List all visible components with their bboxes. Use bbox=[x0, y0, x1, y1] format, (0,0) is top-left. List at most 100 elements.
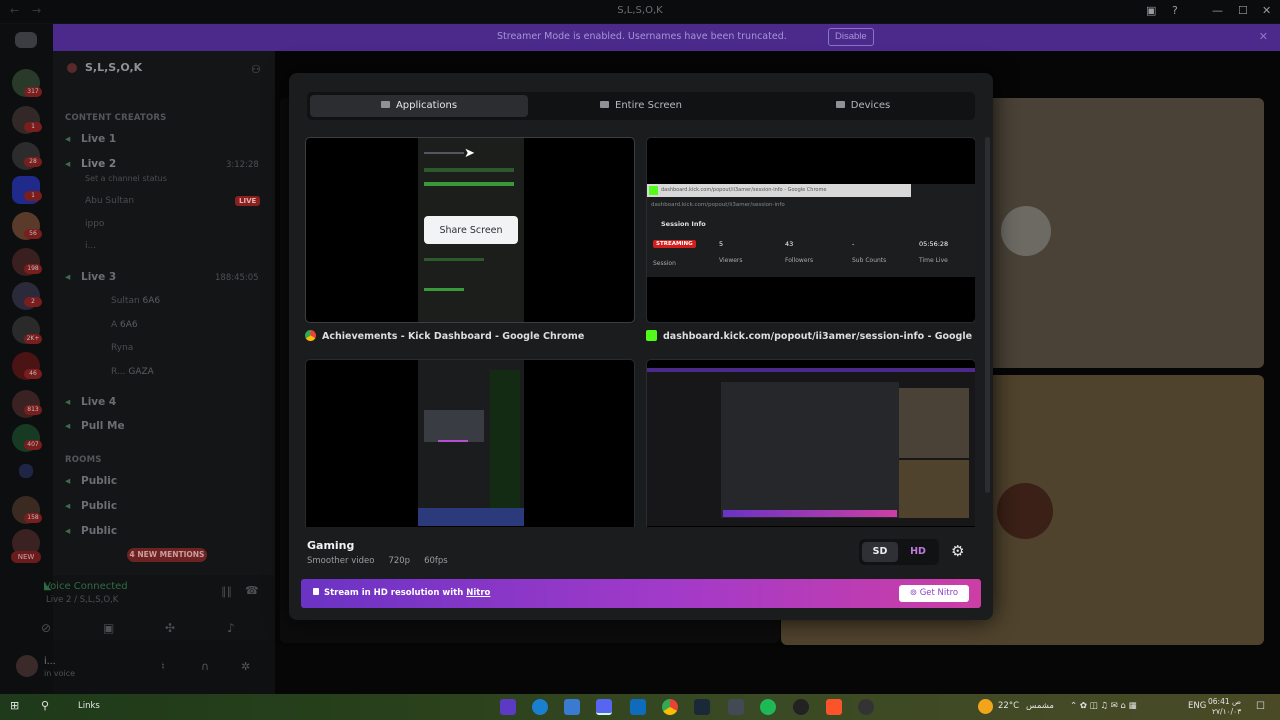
weather-temp[interactable]: 22°C bbox=[998, 701, 1019, 711]
voice-member[interactable]: Ryna bbox=[111, 343, 133, 353]
search-icon[interactable]: ⚲ bbox=[41, 699, 49, 712]
language-indicator[interactable]: ENG bbox=[1188, 701, 1206, 711]
minimize-icon[interactable]: — bbox=[1212, 4, 1223, 17]
source-title: dashboard.kick.com/popout/ii3amer/sessio… bbox=[663, 331, 975, 342]
followers-value: 43 bbox=[785, 240, 794, 248]
voice-channel-public[interactable]: ◂ Public bbox=[65, 475, 117, 487]
voice-member[interactable]: A 6A6 bbox=[111, 320, 138, 330]
source-preview[interactable] bbox=[646, 359, 975, 527]
nitro-link[interactable]: Nitro bbox=[466, 588, 490, 598]
voice-channel-pull-me[interactable]: ◂ Pull Me bbox=[65, 420, 125, 432]
disconnect-icon[interactable]: ☎ bbox=[245, 584, 259, 597]
tab-applications[interactable]: Applications bbox=[310, 95, 528, 117]
stream-settings-gear-icon[interactable]: ⚙ bbox=[951, 542, 964, 560]
store-icon[interactable] bbox=[564, 699, 580, 715]
microphone-icon[interactable]: ♮ bbox=[161, 660, 165, 673]
preview-window bbox=[647, 368, 975, 526]
username[interactable]: i... bbox=[44, 656, 56, 667]
brave-icon[interactable] bbox=[826, 699, 842, 715]
tab-label: Applications bbox=[395, 100, 458, 111]
new-mentions-pill[interactable]: 4 NEW MENTIONS bbox=[127, 548, 207, 562]
headset-icon[interactable]: ∩ bbox=[201, 660, 209, 673]
tab-devices[interactable]: Devices bbox=[754, 95, 972, 117]
discord-home-icon[interactable] bbox=[15, 32, 37, 48]
steam-icon[interactable] bbox=[694, 699, 710, 715]
outlook-icon[interactable] bbox=[630, 699, 646, 715]
maximize-icon[interactable]: ☐ bbox=[1238, 4, 1248, 17]
member-tag: 6A6 bbox=[142, 296, 161, 306]
streamer-mode-banner: Streamer Mode is enabled. Usernames have… bbox=[53, 24, 1280, 51]
notifications-icon[interactable]: ☐ bbox=[1256, 701, 1265, 712]
clock-time[interactable]: 06:41 ص bbox=[1208, 697, 1241, 706]
edge-icon[interactable] bbox=[532, 699, 548, 715]
source-label: Achievements - Kick Dashboard - Google C… bbox=[305, 330, 645, 342]
source-scrollbar[interactable] bbox=[985, 137, 990, 493]
channel-label: Live 2 bbox=[81, 158, 117, 170]
preview-tile bbox=[899, 460, 969, 518]
weather-sun-icon[interactable] bbox=[978, 699, 993, 714]
system-tray-icons[interactable]: ⌃ ✿ ◫ ♫ ✉ ⌂ ▦ bbox=[1070, 701, 1137, 711]
source-preview[interactable] bbox=[305, 359, 635, 527]
voice-channel-public[interactable]: ◂ Public bbox=[65, 500, 117, 512]
voice-member[interactable]: Abu Sultan bbox=[85, 196, 134, 206]
new-unreads-pill[interactable]: NEW bbox=[11, 551, 41, 563]
voice-channel-live-2[interactable]: ◂ Live 2 bbox=[65, 158, 116, 170]
channel-status[interactable]: Set a channel status bbox=[85, 174, 167, 183]
get-nitro-button[interactable]: ⊚ Get Nitro bbox=[899, 585, 969, 602]
obs-icon[interactable] bbox=[793, 699, 809, 715]
noise-suppression-icon[interactable]: ∥∥ bbox=[221, 585, 232, 598]
voice-channel-live-1[interactable]: ◂ Live 1 bbox=[65, 133, 116, 145]
mention-badge: 317 bbox=[24, 87, 42, 97]
voice-member[interactable]: i... bbox=[85, 241, 96, 251]
clock-date[interactable]: ٢٧/١٠/٠٣ bbox=[1212, 707, 1241, 716]
category-content-creators[interactable]: CONTENT CREATORS bbox=[65, 113, 166, 123]
disable-streamer-mode-button[interactable]: Disable bbox=[828, 28, 874, 46]
hd-option[interactable]: HD bbox=[900, 542, 936, 562]
sd-option[interactable]: SD bbox=[862, 542, 898, 562]
source-preview[interactable]: dashboard.kick.com/popout/ii3amer/sessio… bbox=[646, 137, 975, 323]
chrome-app-icon[interactable] bbox=[662, 699, 678, 715]
mention-badge: 56 bbox=[24, 229, 42, 239]
soundboard-icon[interactable]: ♪ bbox=[227, 621, 235, 635]
voice-member[interactable]: Sultan 6A6 bbox=[111, 296, 160, 306]
avatar[interactable] bbox=[16, 655, 38, 677]
app-icon[interactable] bbox=[728, 699, 744, 715]
links-toolbar[interactable]: Links bbox=[78, 701, 100, 711]
weather-desc[interactable]: مشمس bbox=[1026, 701, 1054, 711]
voice-member[interactable]: R... GAZA bbox=[111, 367, 154, 377]
source-preview[interactable]: Share Screen ➤ bbox=[305, 137, 635, 323]
server-name-header[interactable]: S,L,S,O,K bbox=[85, 61, 142, 74]
close-banner-icon[interactable]: ✕ bbox=[1259, 30, 1268, 43]
user-settings-icon[interactable]: ✲ bbox=[241, 660, 250, 673]
start-icon[interactable]: ⊞ bbox=[10, 699, 19, 712]
avatar bbox=[1001, 206, 1051, 256]
activities-icon[interactable]: ✣ bbox=[165, 621, 175, 635]
share-screen-button[interactable]: Share Screen bbox=[424, 216, 518, 244]
discord-app-icon[interactable] bbox=[596, 699, 612, 715]
voice-channel-public[interactable]: ◂ Public bbox=[65, 525, 117, 537]
server-avatar bbox=[67, 63, 77, 73]
tab-entire-screen[interactable]: Entire Screen bbox=[532, 95, 750, 117]
viewers-value: 5 bbox=[719, 240, 724, 248]
inbox-icon[interactable]: ▣ bbox=[1146, 4, 1156, 17]
close-window-icon[interactable]: ✕ bbox=[1262, 4, 1271, 17]
camera-off-icon[interactable]: ⊘ bbox=[41, 621, 51, 635]
category-rooms[interactable]: ROOMS bbox=[65, 455, 102, 465]
spotify-icon[interactable] bbox=[760, 699, 776, 715]
copilot-icon[interactable] bbox=[500, 699, 516, 715]
app-icon[interactable] bbox=[858, 699, 874, 715]
channel-label: Pull Me bbox=[81, 420, 125, 432]
source-type-tabs: Applications Entire Screen Devices bbox=[307, 92, 975, 120]
folder-icon[interactable] bbox=[19, 464, 33, 478]
mention-badge: 198 bbox=[24, 264, 42, 274]
voice-channel-live-4[interactable]: ◂ Live 4 bbox=[65, 396, 116, 408]
lock-icon bbox=[313, 588, 319, 595]
tab-label: Devices bbox=[850, 100, 891, 111]
screen-share-icon[interactable]: ▣ bbox=[103, 621, 114, 635]
voice-channel-path[interactable]: Live 2 / S,L,S,O,K bbox=[46, 595, 118, 605]
voice-member[interactable]: ippo bbox=[85, 219, 104, 229]
voice-channel-live-3[interactable]: ◂ Live 3 bbox=[65, 271, 116, 283]
invite-people-icon[interactable]: ⚇ bbox=[251, 63, 261, 76]
mention-badge: 407 bbox=[24, 440, 42, 450]
help-icon[interactable]: ? bbox=[1172, 4, 1178, 17]
